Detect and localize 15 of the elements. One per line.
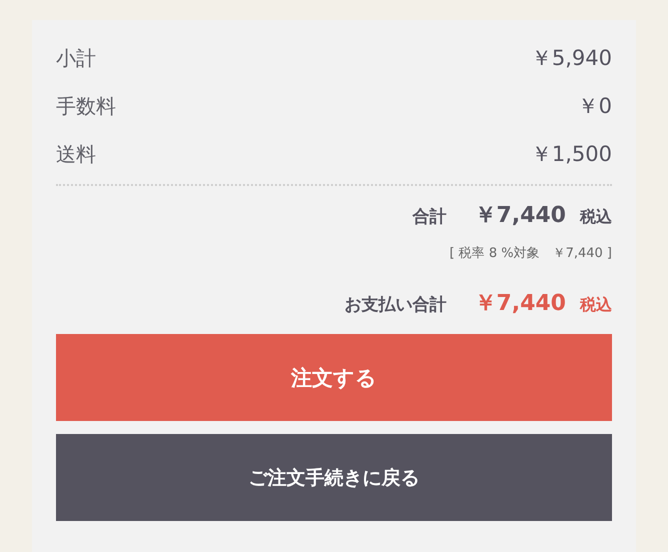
line-label: 手数料 — [56, 92, 116, 120]
total-label: 合計 — [412, 206, 446, 228]
tax-included-label: 税込 — [580, 295, 612, 316]
line-amount: ￥5,940 — [530, 45, 612, 72]
line-amount: ￥0 — [578, 93, 612, 120]
payment-total-amount: ￥7,440 — [474, 290, 566, 318]
tax-note: [ 税率 8 %対象 ￥7,440 ] — [449, 245, 612, 262]
total-amount: ￥7,440 — [474, 202, 566, 230]
line-label: 送料 — [56, 140, 96, 168]
order-button[interactable]: 注文する — [56, 334, 612, 421]
line-amount: ￥1,500 — [530, 141, 612, 168]
back-button[interactable]: ご注文手続きに戻る — [56, 434, 612, 521]
payment-total-label: お支払い合計 — [344, 294, 446, 316]
line-label: 小計 — [56, 44, 96, 72]
tax-included-label: 税込 — [580, 207, 612, 228]
